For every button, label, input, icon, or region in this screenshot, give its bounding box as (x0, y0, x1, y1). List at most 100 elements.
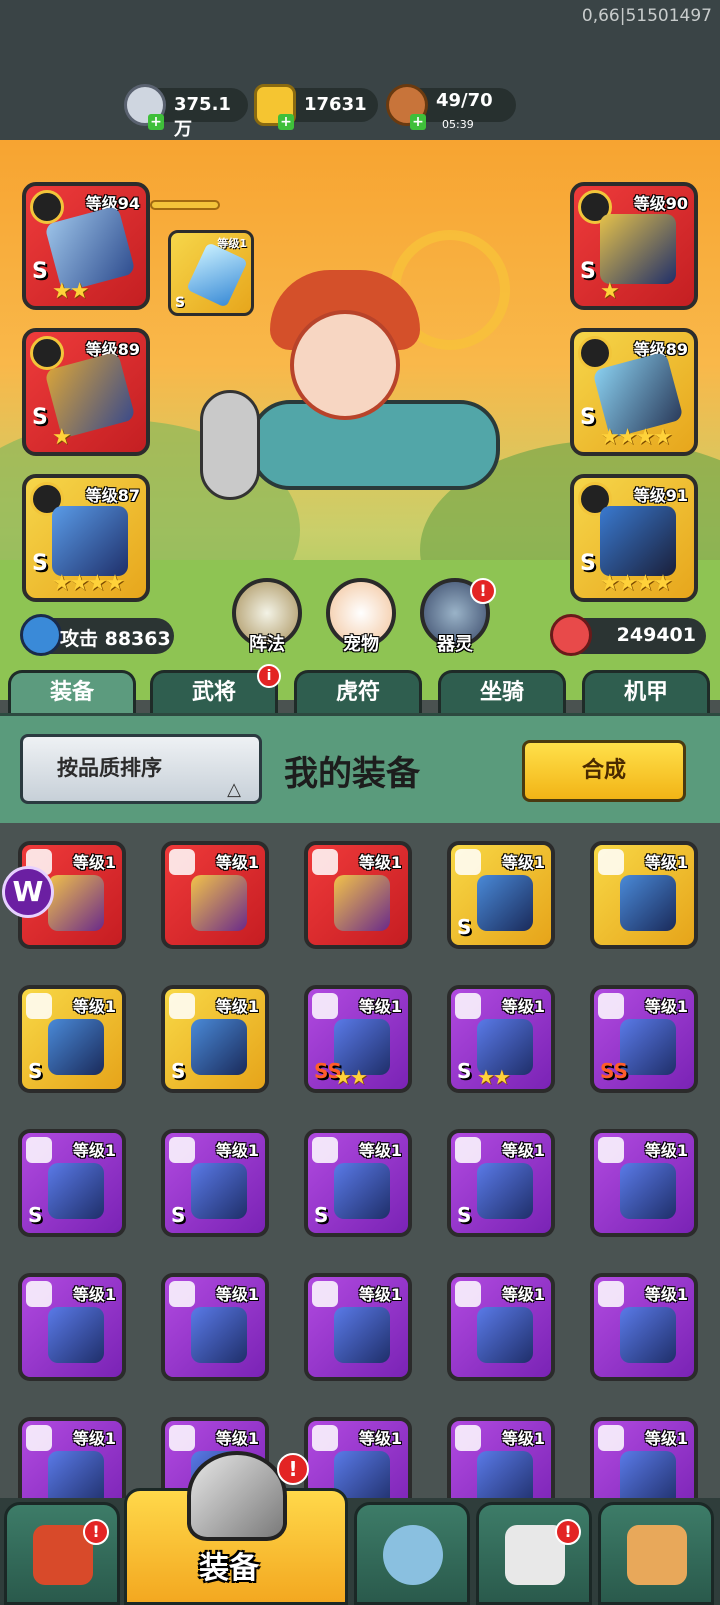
inventory-item[interactable]: 等级1 SS ★★ (304, 985, 412, 1093)
add-gold-icon[interactable]: + (278, 114, 294, 130)
inventory-item[interactable]: 等级1 S (18, 985, 126, 1093)
item-level: 等级1 (501, 853, 545, 872)
hero-character[interactable] (190, 230, 520, 550)
fist-upgrade-icon (627, 1525, 687, 1585)
alert-badge: ! (277, 1453, 309, 1485)
inventory-item[interactable]: 等级1 (590, 1417, 698, 1503)
merge-button[interactable]: 合成 (522, 740, 686, 802)
floating-w-logo[interactable]: W (2, 866, 54, 918)
item-level: 等级1 (501, 1429, 545, 1448)
info-badge: i (257, 664, 281, 688)
inventory-item[interactable]: 等级1 (161, 841, 269, 949)
item-level: 等级1 (358, 853, 402, 872)
equip-slot-right-1[interactable]: 等级90 S ★ (570, 182, 698, 310)
equip-slot-left-2[interactable]: 等级89 S ★ (22, 328, 150, 456)
shark-plane (250, 400, 500, 490)
inventory-item[interactable]: 等级1 (590, 1129, 698, 1237)
inventory-item[interactable]: 等级1 (304, 1273, 412, 1381)
silver-resource[interactable]: + 375.1万 (124, 84, 248, 140)
tab-mecha[interactable]: 机甲 (582, 670, 710, 714)
inventory-grid: 等级1 等级1 等级1 等级1 S 等级1 等级1 S 等级1 S 等级1 SS ★★ 等级1 S ★★ 等级1… (0, 823, 720, 1503)
equipment-icon (48, 1451, 104, 1503)
slot-stars: ★★ (52, 279, 89, 304)
slot-type-icon (598, 1281, 624, 1307)
inventory-item[interactable]: 等级1 (447, 1273, 555, 1381)
inventory-item[interactable]: 等级1 S (304, 1129, 412, 1237)
item-level: 等级1 (72, 1141, 116, 1160)
slot-level: 等级91 (633, 486, 688, 505)
item-grade: S (457, 915, 472, 939)
inventory-item[interactable]: 等级1 S (161, 1129, 269, 1237)
add-silver-icon[interactable]: + (148, 114, 164, 130)
item-level: 等级1 (358, 1429, 402, 1448)
tab-equipment[interactable]: 装备 (8, 670, 136, 714)
slot-type-icon (598, 993, 624, 1019)
attack-value: 攻击 88363 (60, 628, 171, 650)
helmet-icon (52, 506, 128, 576)
inventory-item[interactable]: 等级1 (18, 1273, 126, 1381)
inventory-item[interactable]: 等级1 S (447, 1129, 555, 1237)
equip-slot-right-2[interactable]: 等级89 S ★★★★ (570, 328, 698, 456)
slot-type-icon (312, 849, 338, 875)
add-stamina-icon[interactable]: + (410, 114, 426, 130)
equipment-icon (191, 1019, 247, 1075)
inventory-item[interactable]: 等级1 S ★★ (447, 985, 555, 1093)
tab-mount[interactable]: 坐骑 (438, 670, 566, 714)
slot-type-icon (598, 1137, 624, 1163)
tab-tiger-tally[interactable]: 虎符 (294, 670, 422, 714)
nav-rank[interactable]: ! (476, 1502, 592, 1605)
nav-battle[interactable] (354, 1502, 470, 1605)
equipment-icon (477, 1451, 533, 1503)
propeller (200, 390, 260, 500)
inventory-item[interactable]: 等级1 (447, 1417, 555, 1503)
inventory-item[interactable]: 等级1 (304, 841, 412, 949)
equipment-icon (191, 1307, 247, 1363)
inventory-item[interactable]: 等级1 S (18, 1129, 126, 1237)
slot-type-icon (455, 1425, 481, 1451)
nav-upgrade[interactable] (598, 1502, 714, 1605)
item-level: 等级1 (72, 853, 116, 872)
equipment-icon (334, 1307, 390, 1363)
equip-slot-right-3[interactable]: 等级91 S ★★★★ (570, 474, 698, 602)
gold-value: 17631 (304, 94, 367, 115)
nav-equipment[interactable]: 装备 ! (124, 1451, 348, 1605)
slot-type-icon (26, 993, 52, 1019)
formation-button[interactable]: 阵法 (232, 578, 302, 655)
inventory-item[interactable]: 等级1 (590, 1273, 698, 1381)
slot-level: 等级90 (633, 194, 688, 213)
inventory-item[interactable]: 等级1 (590, 841, 698, 949)
item-level: 等级1 (644, 853, 688, 872)
slot-level: 等级87 (85, 486, 140, 505)
slot-stars: ★ (600, 279, 620, 304)
equipment-icon (620, 1451, 676, 1503)
item-level: 等级1 (501, 1141, 545, 1160)
slot-grade: S (175, 295, 186, 311)
item-level: 等级1 (358, 1285, 402, 1304)
item-level: 等级1 (215, 853, 259, 872)
sort-label: 按品质排序 (57, 756, 162, 780)
nav-shop[interactable]: ! (4, 1502, 120, 1605)
item-level: 等级1 (215, 1285, 259, 1304)
slot-type-icon (26, 1281, 52, 1307)
sort-by-quality-button[interactable]: 按品质排序 △ (20, 734, 262, 804)
equipment-icon (48, 1163, 104, 1219)
equipment-icon (477, 1307, 533, 1363)
equip-slot-left-1[interactable]: 等级94 S ★★ (22, 182, 150, 310)
inventory-item[interactable]: 等级1 (161, 1273, 269, 1381)
yin-yang-icon (578, 336, 612, 370)
gold-resource[interactable]: + 17631 (254, 84, 378, 130)
pet-button[interactable]: 宠物 (326, 578, 396, 655)
item-grade: S (457, 1203, 472, 1227)
inventory-item[interactable]: 等级1 (18, 1417, 126, 1503)
category-tabs: 装备 武将 虎符 坐骑 机甲 (0, 670, 720, 714)
slot-type-icon (169, 1425, 195, 1451)
inventory-item[interactable]: 等级1 S (447, 841, 555, 949)
sword-icon (20, 614, 62, 656)
equip-slot-left-3[interactable]: 等级87 S ★★★★ (22, 474, 150, 602)
stamina-timer: 05:39 (442, 118, 474, 131)
inventory-item[interactable]: 等级1 SS (590, 985, 698, 1093)
hp-value: 249401 (616, 624, 696, 646)
inventory-item[interactable]: 等级1 S (161, 985, 269, 1093)
stamina-resource[interactable]: + 49/70 05:39 (386, 84, 516, 131)
slot-type-icon (455, 1281, 481, 1307)
